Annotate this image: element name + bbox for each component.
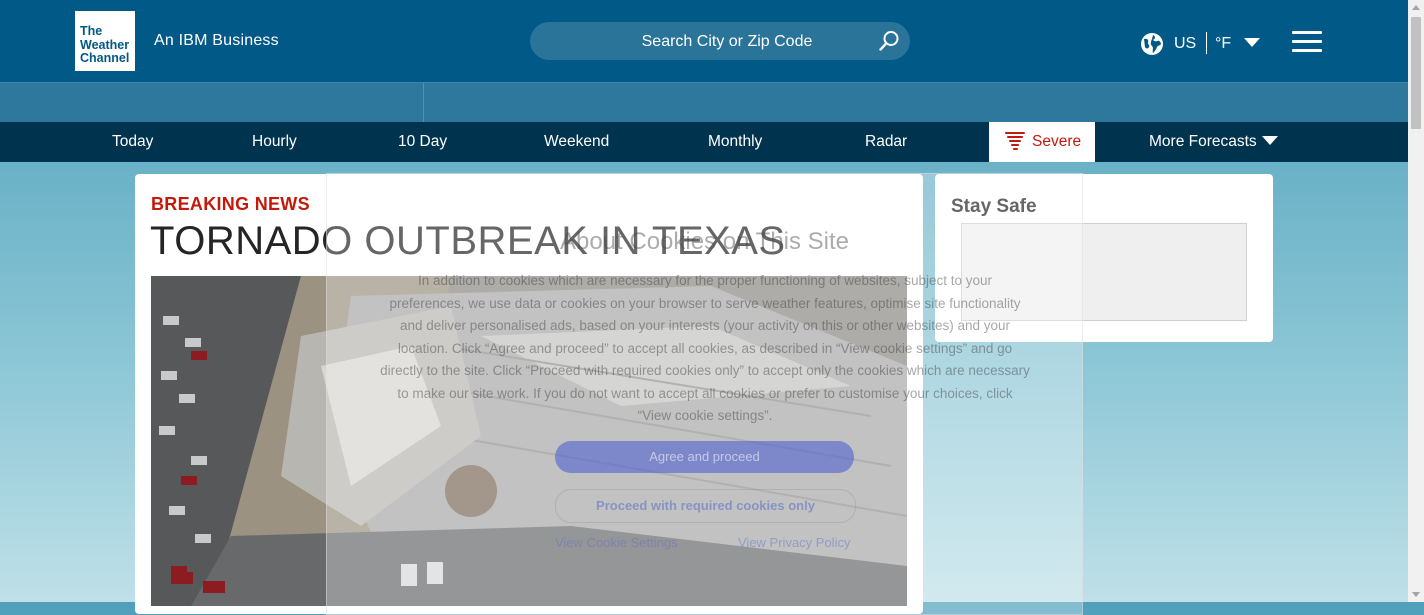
- site-header: The Weather Channel An IBM Business Sear…: [0, 0, 1408, 82]
- required-cookies-only-button[interactable]: Proceed with required cookies only: [555, 489, 856, 523]
- chevron-down-icon: [1261, 136, 1278, 145]
- scrollbar-thumb[interactable]: [1411, 17, 1421, 129]
- view-cookie-settings-link[interactable]: View Cookie Settings: [555, 535, 678, 550]
- tab-today[interactable]: Today: [112, 122, 153, 162]
- logo-line-3: Channel: [80, 51, 130, 65]
- search-icon[interactable]: [878, 30, 900, 52]
- forecast-nav: Today Hourly 10 Day Weekend Monthly Rada…: [0, 122, 1408, 162]
- location-strip: [0, 82, 1408, 123]
- locale-country: US: [1174, 35, 1197, 52]
- tab-severe[interactable]: Severe: [989, 122, 1095, 162]
- weather-channel-logo[interactable]: The Weather Channel: [75, 11, 135, 71]
- breaking-news-label: BREAKING NEWS: [151, 194, 310, 214]
- tornado-icon: [1005, 132, 1025, 150]
- scroll-down-arrow-icon[interactable]: [1412, 592, 1420, 597]
- tab-radar[interactable]: Radar: [865, 122, 907, 162]
- tab-10-day[interactable]: 10 Day: [398, 122, 447, 162]
- chevron-down-icon: [1244, 38, 1260, 47]
- ibm-tagline: An IBM Business: [154, 32, 279, 49]
- tab-more-label: More Forecasts: [1149, 133, 1257, 150]
- hamburger-menu-icon[interactable]: [1292, 31, 1322, 53]
- cookie-dialog-body: In addition to cookies which are necessa…: [380, 273, 1030, 423]
- globe-icon: [1141, 33, 1163, 55]
- view-privacy-policy-link[interactable]: View Privacy Policy: [738, 535, 850, 550]
- tab-monthly[interactable]: Monthly: [708, 122, 762, 162]
- search-placeholder: Search City or Zip Code: [641, 33, 813, 50]
- tab-hourly[interactable]: Hourly: [252, 122, 297, 162]
- tab-severe-label: Severe: [1032, 133, 1082, 150]
- agree-and-proceed-button[interactable]: Agree and proceed: [555, 441, 854, 473]
- tab-more-forecasts[interactable]: More Forecasts: [1149, 122, 1278, 162]
- cookie-consent-dialog: About Cookies on This Site In addition t…: [326, 173, 1083, 615]
- page-scrollbar[interactable]: [1408, 0, 1424, 602]
- locale-divider: [1206, 32, 1207, 54]
- logo-line-2: Weather: [80, 37, 130, 52]
- logo-line-1: The: [80, 24, 103, 38]
- cookie-dialog-title: About Cookies on This Site: [559, 228, 850, 255]
- search-input[interactable]: Search City or Zip Code: [530, 22, 910, 60]
- temperature-unit: °F: [1215, 35, 1232, 52]
- scroll-up-arrow-icon[interactable]: [1412, 5, 1420, 10]
- tab-weekend[interactable]: Weekend: [544, 122, 609, 162]
- strip-divider: [423, 83, 424, 123]
